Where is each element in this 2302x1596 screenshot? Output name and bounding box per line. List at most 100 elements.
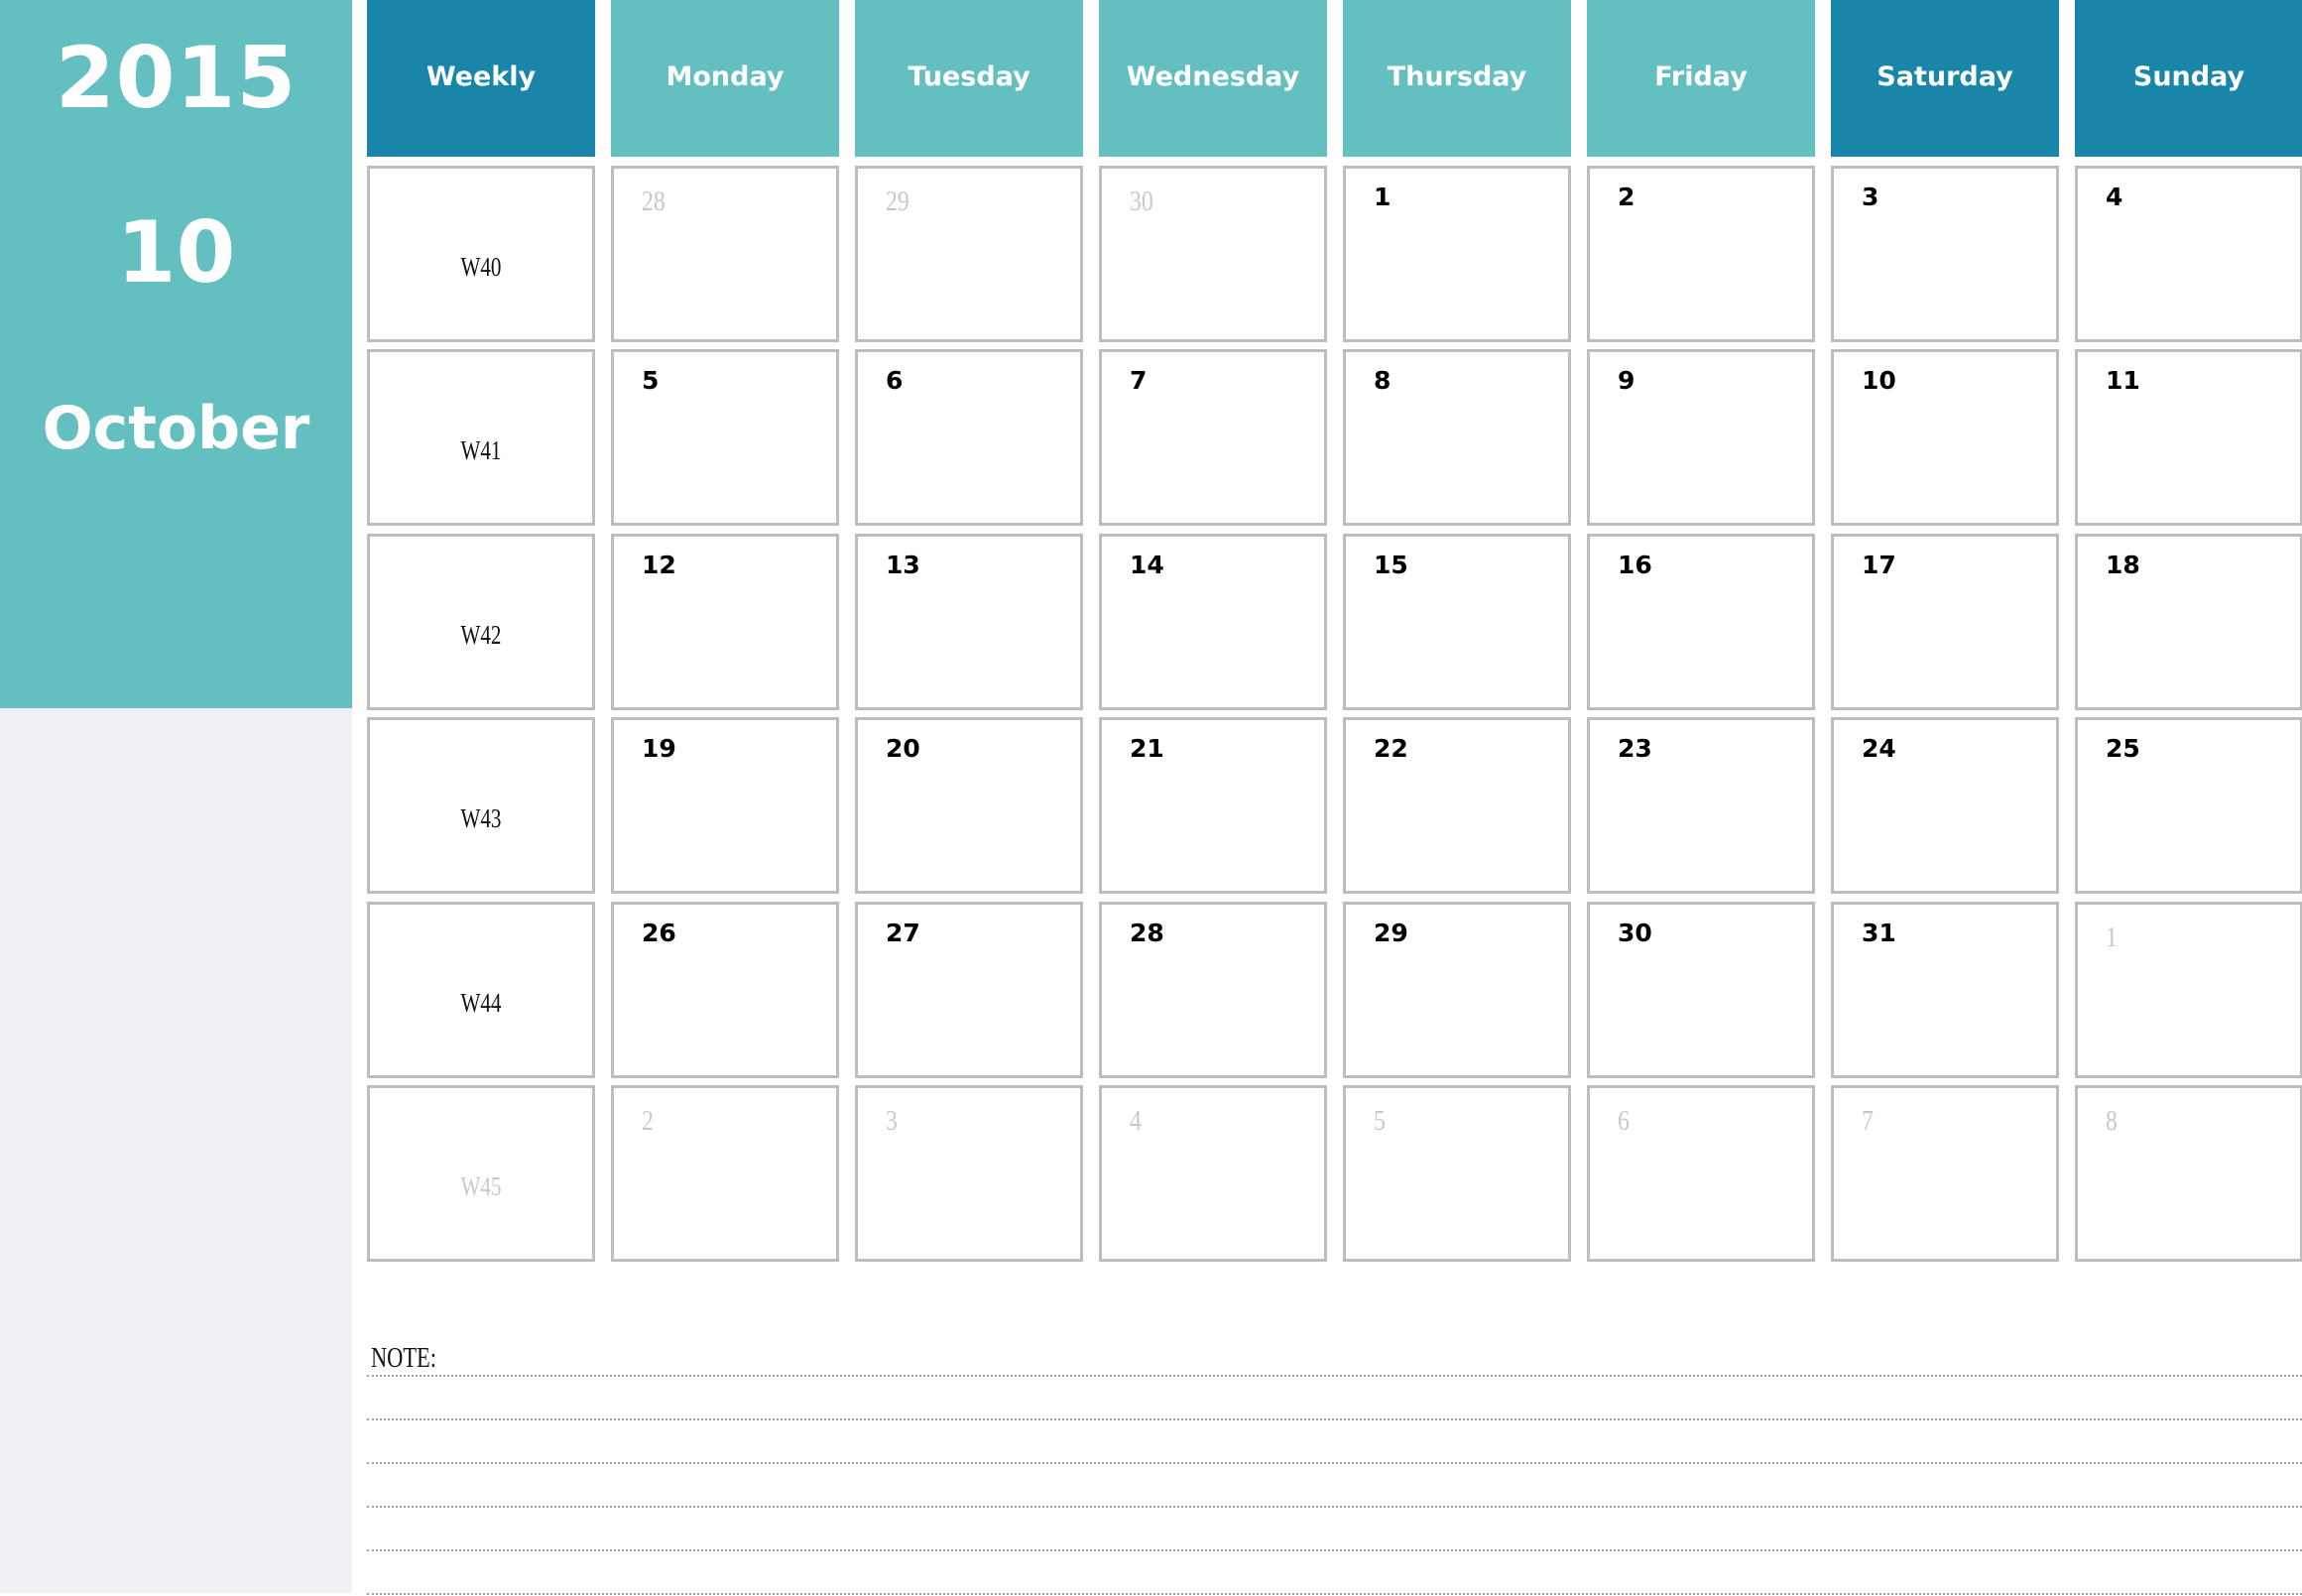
header-saturday: Saturday <box>1831 0 2059 157</box>
header-label: Sunday <box>2132 61 2245 92</box>
day-number: 21 <box>1130 734 1164 763</box>
week-cell: W43 <box>367 717 595 894</box>
sidebar: 2015 10 October <box>0 0 352 1593</box>
day-cell[interactable]: 5 <box>1343 1085 1571 1262</box>
day-cell[interactable]: 28 <box>611 166 839 342</box>
adjacent-month-day-number: 5 <box>1374 1106 1386 1137</box>
day-cell[interactable]: 29 <box>1343 902 1571 1078</box>
day-cell[interactable]: 4 <box>1099 1085 1327 1262</box>
day-cell[interactable]: 3 <box>1831 166 2059 342</box>
day-cell[interactable]: 2 <box>611 1085 839 1262</box>
note-line[interactable] <box>367 1593 2302 1595</box>
week-cell: W40 <box>367 166 595 342</box>
month-name-label: October <box>42 394 310 463</box>
week-number-label: W40 <box>460 252 502 282</box>
adjacent-month-day-number: 29 <box>886 186 909 217</box>
day-number: 17 <box>1862 551 1896 579</box>
day-cell[interactable]: 10 <box>1831 349 2059 526</box>
day-number: 25 <box>2106 734 2140 763</box>
note-line[interactable] <box>367 1506 2302 1508</box>
month-number-label: 10 <box>116 203 236 303</box>
day-cell[interactable]: 31 <box>1831 902 2059 1078</box>
day-number: 29 <box>1374 919 1408 947</box>
header-label: Tuesday <box>908 61 1030 92</box>
day-cell[interactable]: 5 <box>611 349 839 526</box>
day-cell[interactable]: 25 <box>2075 717 2302 894</box>
note-line[interactable] <box>367 1418 2302 1420</box>
year-label: 2015 <box>55 29 298 128</box>
adjacent-month-day-number: 2 <box>642 1106 654 1137</box>
week-number-label: W44 <box>460 988 502 1018</box>
day-number: 1 <box>1374 183 1392 211</box>
day-number: 31 <box>1862 919 1896 947</box>
day-number: 4 <box>2106 183 2123 211</box>
day-cell[interactable]: 13 <box>855 534 1083 710</box>
day-cell[interactable]: 17 <box>1831 534 2059 710</box>
week-cell: W44 <box>367 902 595 1078</box>
day-cell[interactable]: 22 <box>1343 717 1571 894</box>
day-number: 9 <box>1618 366 1636 395</box>
day-cell[interactable]: 29 <box>855 166 1083 342</box>
week-number-label: W45 <box>460 1171 502 1201</box>
header-label: Friday <box>1654 61 1748 92</box>
day-cell[interactable]: 7 <box>1831 1085 2059 1262</box>
week-cell: W41 <box>367 349 595 526</box>
day-cell[interactable]: 27 <box>855 902 1083 1078</box>
day-number: 30 <box>1618 919 1652 947</box>
day-number: 18 <box>2106 551 2140 579</box>
adjacent-month-day-number: 6 <box>1618 1106 1630 1137</box>
day-cell[interactable]: 3 <box>855 1085 1083 1262</box>
day-cell[interactable]: 30 <box>1587 902 1815 1078</box>
header-label: Weekly <box>425 61 537 92</box>
day-cell[interactable]: 15 <box>1343 534 1571 710</box>
day-cell[interactable]: 14 <box>1099 534 1327 710</box>
week-cell: W45 <box>367 1085 595 1262</box>
note-line[interactable] <box>367 1549 2302 1551</box>
day-cell[interactable]: 2 <box>1587 166 1815 342</box>
note-line[interactable] <box>367 1375 2302 1377</box>
day-cell[interactable]: 1 <box>1343 166 1571 342</box>
day-cell[interactable]: 6 <box>855 349 1083 526</box>
day-cell[interactable]: 18 <box>2075 534 2302 710</box>
day-cell[interactable]: 8 <box>2075 1085 2302 1262</box>
day-number: 14 <box>1130 551 1164 579</box>
day-cell[interactable]: 8 <box>1343 349 1571 526</box>
week-cell: W42 <box>367 534 595 710</box>
day-cell[interactable]: 28 <box>1099 902 1327 1078</box>
day-cell[interactable]: 23 <box>1587 717 1815 894</box>
day-cell[interactable]: 1 <box>2075 902 2302 1078</box>
day-number: 26 <box>642 919 676 947</box>
day-number: 12 <box>642 551 676 579</box>
day-cell[interactable]: 9 <box>1587 349 1815 526</box>
day-number: 3 <box>1862 183 1879 211</box>
week-number-label: W42 <box>460 620 502 650</box>
day-cell[interactable]: 30 <box>1099 166 1327 342</box>
day-cell[interactable]: 19 <box>611 717 839 894</box>
day-cell[interactable]: 26 <box>611 902 839 1078</box>
header-monday: Monday <box>611 0 839 157</box>
day-number: 15 <box>1374 551 1408 579</box>
day-cell[interactable]: 16 <box>1587 534 1815 710</box>
day-number: 16 <box>1618 551 1652 579</box>
day-cell[interactable]: 24 <box>1831 717 2059 894</box>
day-cell[interactable]: 6 <box>1587 1085 1815 1262</box>
adjacent-month-day-number: 30 <box>1130 186 1153 217</box>
week-number-label: W43 <box>460 803 502 833</box>
day-cell[interactable]: 11 <box>2075 349 2302 526</box>
day-cell[interactable]: 7 <box>1099 349 1327 526</box>
note-line[interactable] <box>367 1462 2302 1464</box>
day-cell[interactable]: 12 <box>611 534 839 710</box>
day-number: 22 <box>1374 734 1408 763</box>
day-number: 20 <box>886 734 920 763</box>
day-cell[interactable]: 20 <box>855 717 1083 894</box>
day-number: 8 <box>1374 366 1392 395</box>
header-label: Saturday <box>1877 61 2013 92</box>
month-panel: 2015 10 October <box>0 0 352 708</box>
note-label: NOTE: <box>371 1343 436 1374</box>
day-number: 2 <box>1618 183 1636 211</box>
day-number: 27 <box>886 919 920 947</box>
day-cell[interactable]: 4 <box>2075 166 2302 342</box>
header-thursday: Thursday <box>1343 0 1571 157</box>
day-cell[interactable]: 21 <box>1099 717 1327 894</box>
adjacent-month-day-number: 3 <box>886 1106 898 1137</box>
